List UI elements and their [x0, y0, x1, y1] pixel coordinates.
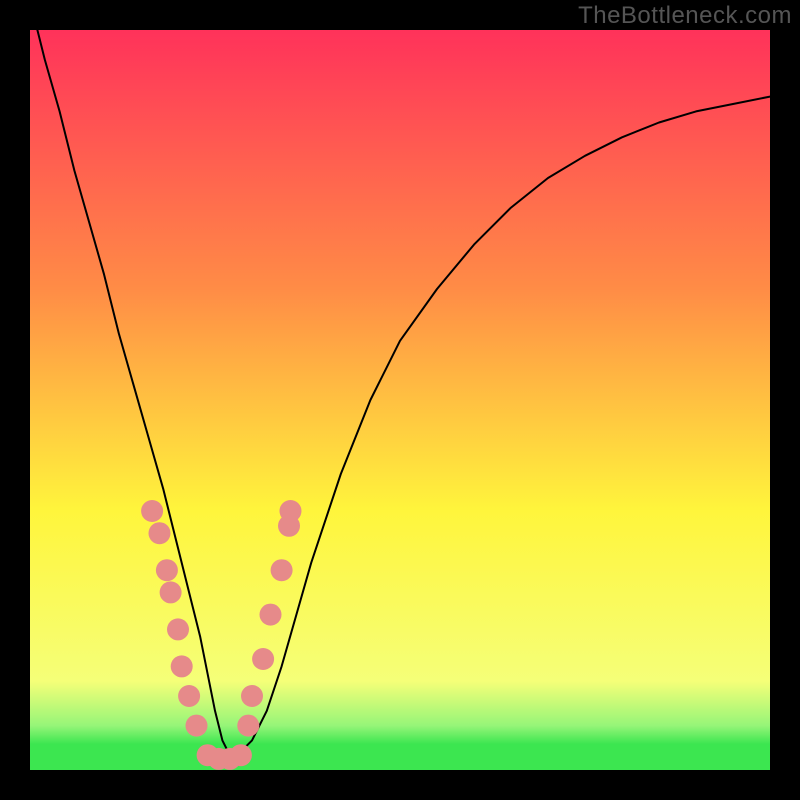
marker-dot	[241, 685, 263, 707]
marker-dot	[271, 559, 293, 581]
chart-frame: TheBottleneck.com	[0, 0, 800, 800]
watermark-text: TheBottleneck.com	[578, 2, 792, 30]
marker-dot	[186, 715, 208, 737]
marker-dot	[141, 500, 163, 522]
marker-dot	[160, 581, 182, 603]
marker-dot	[252, 648, 274, 670]
marker-dot	[167, 618, 189, 640]
marker-dot	[279, 500, 301, 522]
plot-area	[30, 30, 770, 770]
marker-dot	[260, 604, 282, 626]
marker-dot	[230, 744, 252, 766]
chart-svg	[30, 30, 770, 770]
marker-dot	[178, 685, 200, 707]
marker-dot	[171, 655, 193, 677]
curve-path	[37, 30, 770, 755]
marker-dot	[156, 559, 178, 581]
marker-dot	[149, 522, 171, 544]
marker-dot	[237, 715, 259, 737]
